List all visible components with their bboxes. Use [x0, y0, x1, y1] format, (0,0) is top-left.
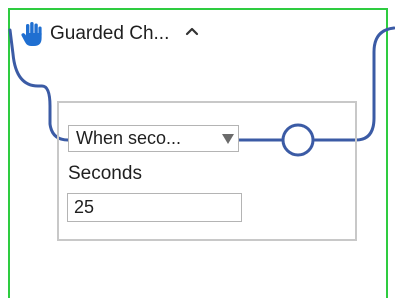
node-header: Guarded Ch...	[20, 20, 199, 48]
seconds-label: Seconds	[68, 163, 142, 184]
trigger-type-dropdown[interactable]: When seco...	[68, 125, 239, 152]
hand-icon	[20, 21, 44, 47]
node-title: Guarded Ch...	[50, 23, 170, 44]
dropdown-arrow-icon[interactable]	[218, 133, 238, 145]
dropdown-selected-value: When seco...	[76, 128, 182, 148]
seconds-input[interactable]	[67, 193, 242, 222]
chevron-up-icon[interactable]	[185, 21, 199, 39]
